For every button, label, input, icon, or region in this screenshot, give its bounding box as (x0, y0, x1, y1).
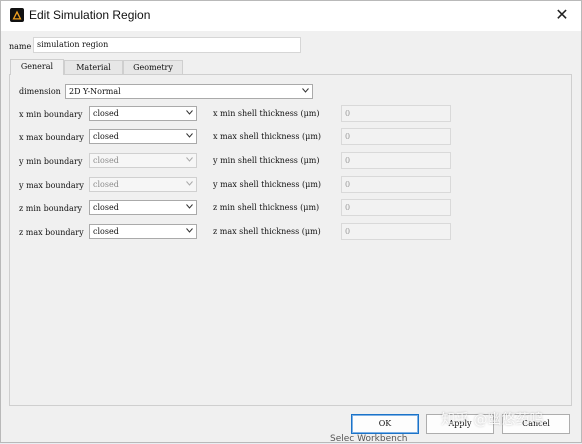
z-min-boundary-label: z min boundary (19, 204, 83, 213)
y-min-shell-thickness-input[interactable]: 0 (341, 152, 451, 169)
chevron-down-icon (186, 181, 193, 187)
z-max-boundary-select[interactable]: closed (89, 224, 197, 239)
z-max-boundary-value: closed (93, 227, 119, 236)
x-max-boundary-value: closed (93, 132, 119, 141)
edit-simulation-region-dialog: Edit Simulation Region ✕ name simulation… (0, 0, 582, 443)
chevron-down-icon (302, 88, 309, 94)
tab-label: General (20, 62, 54, 71)
x-min-shell-thickness-input[interactable]: 0 (341, 105, 451, 122)
x-min-boundary-value: closed (93, 109, 119, 118)
chevron-down-icon (186, 157, 193, 163)
z-min-shell-thickness-input[interactable]: 0 (341, 199, 451, 216)
x-max-shell-thickness-label: x max shell thickness (μm) (213, 132, 322, 141)
z-max-shell-thickness-input[interactable]: 0 (341, 223, 451, 240)
watermark-text: 知乎 @幽悠药鸣 (441, 412, 544, 428)
z-max-shell-thickness-label: z max shell thickness (μm) (213, 227, 321, 236)
tab-material[interactable]: Material (64, 60, 123, 74)
tab-label: Geometry (133, 63, 173, 72)
z-min-shell-thickness-label: z min shell thickness (μm) (213, 203, 320, 212)
x-min-boundary-select[interactable]: closed (89, 106, 197, 121)
dimension-value: 2D Y-Normal (69, 87, 121, 96)
y-min-boundary-value: closed (93, 156, 119, 165)
y-min-boundary-select[interactable]: closed (89, 153, 197, 168)
x-min-shell-thickness-label: x min shell thickness (μm) (213, 109, 320, 118)
general-tab-panel (9, 74, 572, 406)
y-max-boundary-label: y max boundary (19, 181, 84, 190)
x-max-boundary-label: x max boundary (19, 133, 84, 142)
x-max-boundary-select[interactable]: closed (89, 129, 197, 144)
dimension-select[interactable]: 2D Y-Normal (65, 84, 313, 99)
z-max-boundary-label: z max boundary (19, 228, 84, 237)
y-min-boundary-label: y min boundary (19, 157, 83, 166)
chevron-down-icon (186, 110, 193, 116)
y-max-boundary-select[interactable]: closed (89, 177, 197, 192)
chevron-down-icon (186, 133, 193, 139)
title-bar: Edit Simulation Region ✕ (1, 1, 581, 31)
x-max-shell-thickness-input[interactable]: 0 (341, 128, 451, 145)
y-max-shell-thickness-label: y max shell thickness (μm) (213, 180, 322, 189)
x-min-boundary-label: x min boundary (19, 110, 83, 119)
chevron-down-icon (186, 204, 193, 210)
z-min-boundary-value: closed (93, 203, 119, 212)
y-max-boundary-value: closed (93, 180, 119, 189)
y-min-shell-thickness-label: y min shell thickness (μm) (213, 156, 320, 165)
window-title: Edit Simulation Region (29, 8, 151, 22)
dimension-label: dimension (19, 87, 61, 96)
app-logo-icon (10, 8, 24, 22)
close-icon[interactable]: ✕ (553, 7, 571, 25)
tab-label: Material (76, 63, 111, 72)
name-label: name (9, 42, 32, 51)
name-input[interactable]: simulation region (33, 37, 301, 53)
chevron-down-icon (186, 228, 193, 234)
y-max-shell-thickness-input[interactable]: 0 (341, 176, 451, 193)
tab-general[interactable]: General (10, 59, 64, 75)
tab-geometry[interactable]: Geometry (123, 60, 183, 74)
z-min-boundary-select[interactable]: closed (89, 200, 197, 215)
ok-button[interactable]: OK (351, 414, 419, 434)
